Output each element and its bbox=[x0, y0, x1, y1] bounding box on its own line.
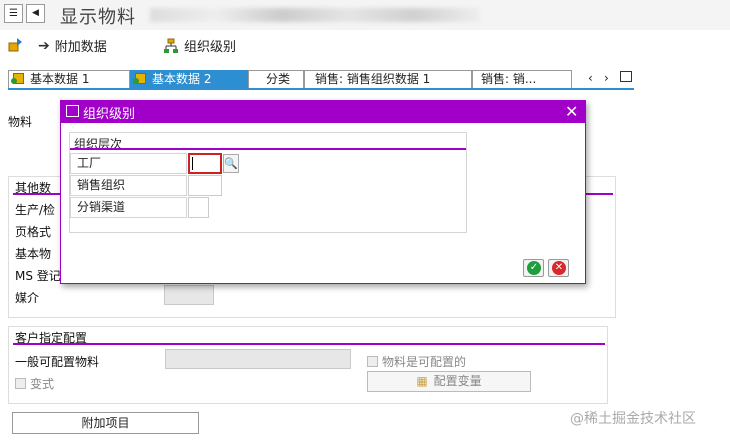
sales-org-label: 销售组织 bbox=[70, 175, 187, 196]
tab-basic-data-1[interactable]: 基本数据 1 bbox=[8, 70, 130, 88]
form-row-label: 媒介 bbox=[15, 291, 40, 305]
variant-checkbox[interactable]: 变式 bbox=[15, 375, 54, 392]
form-row-label: 生产/检 bbox=[15, 203, 56, 217]
checkbox-icon bbox=[15, 378, 26, 389]
checkbox-icon bbox=[367, 356, 378, 367]
blurred-material-description bbox=[150, 8, 480, 22]
form-row-label: 页格式 bbox=[15, 225, 52, 239]
checkmark-icon: ✓ bbox=[527, 261, 541, 275]
status-icon bbox=[133, 73, 146, 84]
sales-org-input[interactable] bbox=[188, 175, 222, 196]
tab-strip: 基本数据 1 基本数据 2 分类 销售: 销售组织数据 1 销售: 销... ‹… bbox=[8, 70, 634, 90]
tab-list-icon[interactable] bbox=[620, 71, 632, 82]
config-variants-button[interactable]: ▦ 配置变量 bbox=[367, 371, 531, 392]
configurable-checkbox[interactable]: 物料是可配置的 bbox=[367, 353, 466, 370]
section-divider bbox=[13, 343, 605, 345]
tab-sales-org-1[interactable]: 销售: 销售组织数据 1 bbox=[304, 70, 472, 88]
search-help-icon[interactable]: 🔍 bbox=[223, 154, 239, 173]
org-hierarchy-group: 组织层次 工厂 🔍 销售组织 分销渠道 bbox=[69, 132, 467, 233]
distribution-channel-input[interactable] bbox=[188, 197, 209, 218]
application-toolbar: ➔ 附加数据 组织级别 bbox=[0, 31, 730, 59]
status-icon bbox=[11, 73, 24, 84]
page-title: 显示物料 bbox=[60, 7, 136, 28]
plant-input[interactable] bbox=[188, 153, 222, 174]
transfer-icon[interactable] bbox=[8, 36, 24, 52]
additional-data-button[interactable]: ➔ 附加数据 bbox=[38, 36, 107, 56]
tab-scroll-left-icon[interactable]: ‹ bbox=[588, 71, 593, 85]
tab-basic-data-2[interactable]: 基本数据 2 bbox=[130, 70, 248, 88]
section-divider bbox=[70, 148, 466, 150]
close-icon[interactable]: ✕ bbox=[565, 102, 578, 121]
title-bar: ☰ ◀ 显示物料 bbox=[0, 0, 730, 30]
text-cursor bbox=[192, 157, 193, 170]
material-label: 物料 bbox=[8, 115, 33, 129]
cancel-button[interactable]: ✕ bbox=[548, 259, 569, 277]
org-levels-button[interactable]: 组织级别 bbox=[163, 36, 236, 55]
document-icon: ▦ bbox=[416, 374, 428, 388]
window-icon bbox=[66, 105, 79, 117]
media-field[interactable] bbox=[164, 285, 214, 305]
menu-icon[interactable]: ☰ bbox=[4, 4, 23, 23]
form-row-label: MS 登记 bbox=[15, 269, 61, 283]
form-row-label: 基本物 bbox=[15, 247, 52, 261]
plant-label: 工厂 bbox=[70, 153, 187, 174]
dialog-header: 组织级别 ✕ bbox=[61, 101, 585, 123]
tab-sales-more[interactable]: 销售: 销... bbox=[472, 70, 572, 88]
cancel-icon: ✕ bbox=[552, 261, 566, 275]
tab-classification[interactable]: 分类 bbox=[248, 70, 304, 88]
watermark: @稀土掘金技术社区 bbox=[570, 411, 696, 427]
dropdown-arrow-icon[interactable]: ◀ bbox=[26, 4, 45, 23]
arrow-right-icon: ➔ bbox=[38, 37, 50, 54]
dialog-title: 组织级别 bbox=[83, 107, 136, 122]
config-group: 客户指定配置 一般可配置物料 物料是可配置的 变式 ▦ 配置变量 bbox=[8, 326, 608, 404]
confirm-button[interactable]: ✓ bbox=[523, 259, 544, 277]
additional-items-button[interactable]: 附加项目 bbox=[12, 412, 199, 434]
org-levels-dialog: 组织级别 ✕ 组织层次 工厂 🔍 销售组织 分销渠道 ✓ ✕ bbox=[60, 100, 586, 284]
general-configurable-label: 一般可配置物料 bbox=[15, 355, 100, 369]
distribution-channel-label: 分销渠道 bbox=[70, 197, 187, 218]
hierarchy-icon bbox=[164, 38, 178, 53]
tab-scroll-right-icon[interactable]: › bbox=[604, 71, 609, 85]
general-configurable-field[interactable] bbox=[165, 349, 351, 369]
